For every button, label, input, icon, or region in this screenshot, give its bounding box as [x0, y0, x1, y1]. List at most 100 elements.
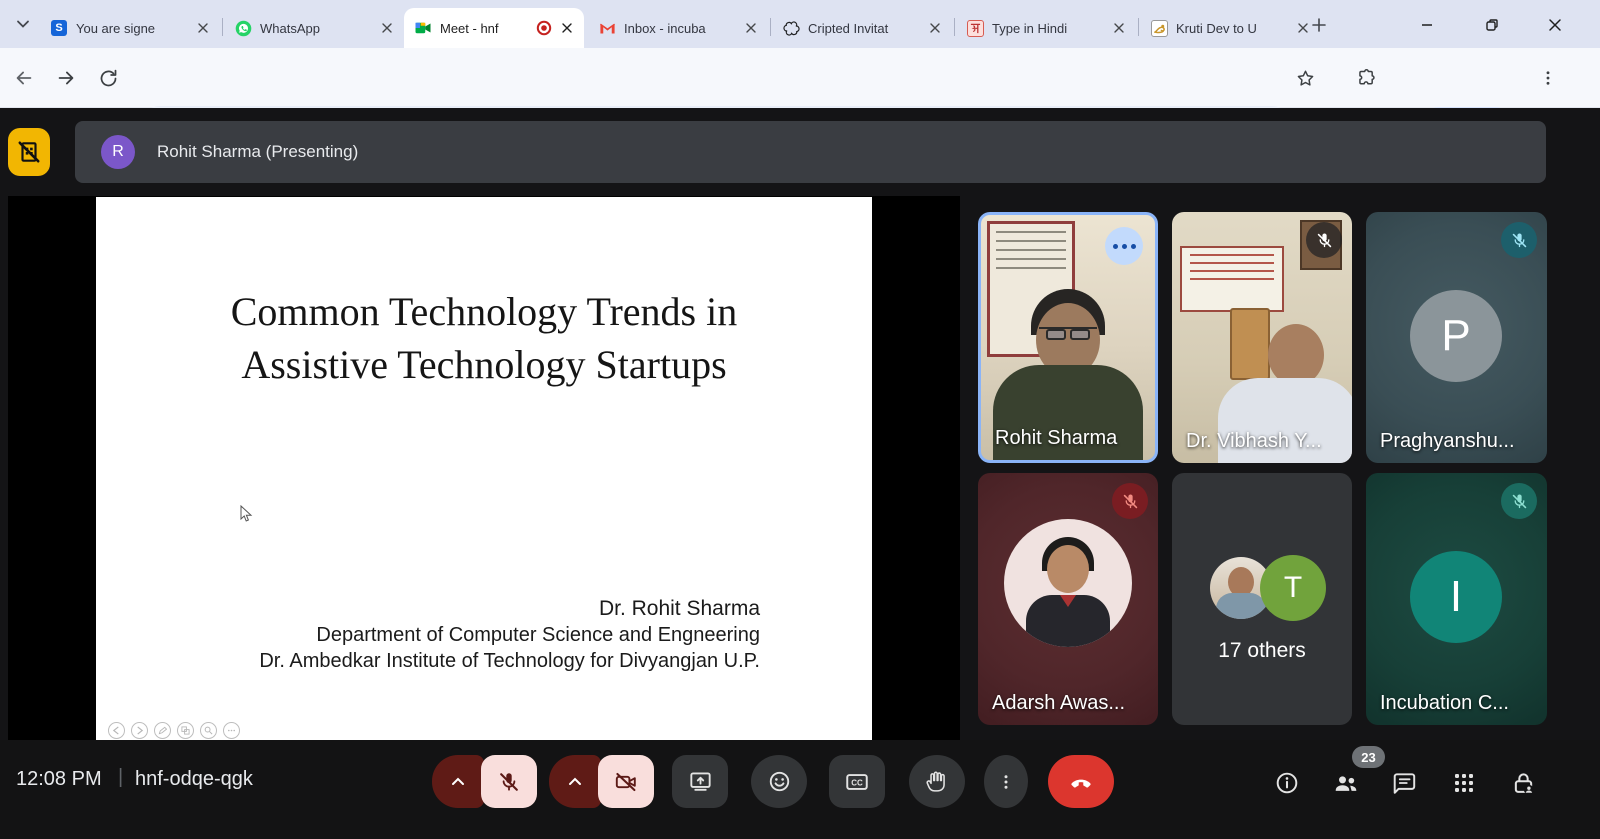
tab-whatsapp[interactable]: WhatsApp	[224, 8, 404, 48]
participant-tile-praghyanshu[interactable]: P Praghyanshu...	[1366, 212, 1547, 463]
video-background	[1180, 246, 1284, 312]
people-panel-icon[interactable]	[1331, 768, 1361, 798]
present-screen-button[interactable]	[672, 755, 728, 808]
host-controls-lock-icon[interactable]	[1508, 768, 1538, 798]
meeting-info-icon[interactable]	[1272, 768, 1302, 798]
tab-type-in-hindi[interactable]: Type in Hindi	[956, 8, 1136, 48]
slideshow-slides-icon	[177, 722, 194, 739]
slide-title-line2: Assistive Technology Startups	[96, 338, 872, 391]
tab-inbox[interactable]: Inbox - incuba	[588, 8, 768, 48]
group-letter-avatar: T	[1260, 555, 1326, 621]
tab-kruti-dev[interactable]: Kruti Dev to U	[1140, 8, 1320, 48]
tab-separator	[770, 18, 771, 36]
end-call-button[interactable]	[1048, 755, 1114, 808]
participant-tile-incubation[interactable]: I Incubation C...	[1366, 473, 1547, 725]
presentation-slide: Common Technology Trends in Assistive Te…	[96, 197, 872, 745]
participant-tile-adarsh[interactable]: Adarsh Awas...	[978, 473, 1158, 725]
participant-name: Praghyanshu...	[1380, 430, 1515, 453]
recording-indicator-icon	[536, 20, 552, 36]
reactions-emoji-button[interactable]	[751, 755, 807, 808]
tab-search-icon[interactable]	[10, 14, 36, 34]
participant-name: Incubation C...	[1380, 692, 1509, 715]
restore-window-button[interactable]	[1477, 12, 1507, 38]
video-person-face	[1268, 324, 1324, 386]
participant-photo-avatar	[1004, 519, 1132, 647]
tab-title: WhatsApp	[260, 21, 378, 36]
bookmark-star-icon[interactable]	[1291, 64, 1319, 92]
slide-institute: Dr. Ambedkar Institute of Technology for…	[259, 648, 760, 674]
kruti-dev-icon	[1150, 19, 1168, 37]
participant-tile-17-others[interactable]: T 17 others	[1172, 473, 1352, 725]
browser-menu-kebab-icon[interactable]	[1534, 64, 1562, 92]
tab-title: Type in Hindi	[992, 21, 1110, 36]
svg-text:CC: CC	[851, 778, 863, 787]
tab-title: Meet - hnf	[440, 21, 530, 36]
captions-cc-button[interactable]: CC	[829, 755, 885, 808]
tab-separator	[954, 18, 955, 36]
presenter-avatar: R	[101, 135, 135, 169]
close-icon[interactable]	[194, 19, 212, 37]
meet-control-bar: 12:08 PM | hnf-odqe-qgk CC	[0, 740, 1600, 839]
more-options-kebab-button[interactable]	[984, 755, 1028, 808]
minimize-window-button[interactable]	[1412, 12, 1442, 38]
mic-toggle-button-muted[interactable]	[481, 755, 537, 808]
browser-window: S You are signe WhatsApp Meet - hnf	[0, 0, 1600, 839]
mouse-cursor	[240, 505, 254, 528]
chatgpt-icon	[782, 19, 800, 37]
slideshow-prev-icon	[108, 722, 125, 739]
s-doc-icon: S	[50, 19, 68, 37]
tab-separator	[1138, 18, 1139, 36]
close-icon[interactable]	[558, 19, 576, 37]
tile-options-kebab-icon[interactable]	[1105, 227, 1143, 265]
forward-icon[interactable]	[52, 64, 80, 92]
meet-page: R Rohit Sharma (Presenting) Common Techn…	[0, 108, 1600, 839]
tab-meet-active[interactable]: Meet - hnf	[404, 8, 584, 48]
close-icon[interactable]	[1110, 19, 1128, 37]
mic-off-icon	[1112, 483, 1148, 519]
tab-you-are-signed[interactable]: S You are signe	[40, 8, 220, 48]
tab-cripted-invitation[interactable]: Cripted Invitat	[772, 8, 952, 48]
participant-tile-rohit-sharma[interactable]: Rohit Sharma	[978, 212, 1158, 463]
reload-icon[interactable]	[94, 64, 122, 92]
activities-grid-icon[interactable]	[1449, 768, 1479, 798]
close-icon[interactable]	[926, 19, 944, 37]
close-window-button[interactable]	[1540, 12, 1570, 38]
chat-panel-icon[interactable]	[1390, 768, 1420, 798]
slideshow-zoom-icon	[200, 722, 217, 739]
tab-title: You are signe	[76, 21, 194, 36]
back-icon[interactable]	[10, 64, 38, 92]
slide-author: Dr. Rohit Sharma	[259, 595, 760, 622]
raise-hand-button[interactable]	[909, 755, 965, 808]
video-artwork	[1230, 308, 1270, 380]
new-tab-button[interactable]	[1308, 14, 1330, 36]
mic-options-chevron-button[interactable]	[432, 755, 484, 808]
meeting-code: hnf-odqe-qgk	[135, 768, 253, 791]
camera-options-chevron-button[interactable]	[549, 755, 601, 808]
slideshow-more-icon	[223, 722, 240, 739]
extensions-icon[interactable]	[1352, 64, 1380, 92]
presentation-warning-badge[interactable]	[8, 128, 50, 176]
participant-name: Rohit Sharma	[995, 427, 1117, 450]
mic-off-icon	[1306, 222, 1342, 258]
browser-toolbar: meet.google.com/hnf-odqe-qgk I School	[0, 48, 1600, 108]
participant-avatar: P	[1410, 290, 1502, 382]
presenter-name: Rohit Sharma (Presenting)	[157, 142, 358, 162]
clock-time: 12:08 PM	[16, 768, 102, 791]
slideshow-next-icon	[131, 722, 148, 739]
hindi-a-icon	[966, 19, 984, 37]
tab-separator	[222, 18, 223, 36]
participant-tile-vibhash[interactable]: Dr. Vibhash Y...	[1172, 212, 1352, 463]
slide-title: Common Technology Trends in Assistive Te…	[96, 285, 872, 391]
presenter-banner: R Rohit Sharma (Presenting)	[75, 121, 1546, 183]
close-icon[interactable]	[742, 19, 760, 37]
mic-off-icon	[1501, 483, 1537, 519]
close-icon[interactable]	[378, 19, 396, 37]
tab-strip: S You are signe WhatsApp Meet - hnf	[0, 0, 1600, 48]
slide-title-line1: Common Technology Trends in	[96, 285, 872, 338]
video-person-glasses	[1039, 327, 1097, 340]
gmail-icon	[598, 19, 616, 37]
camera-toggle-button-off[interactable]	[598, 755, 654, 808]
tab-title: Kruti Dev to U	[1176, 21, 1294, 36]
participant-name: Adarsh Awas...	[992, 692, 1125, 715]
participant-avatar: I	[1410, 551, 1502, 643]
